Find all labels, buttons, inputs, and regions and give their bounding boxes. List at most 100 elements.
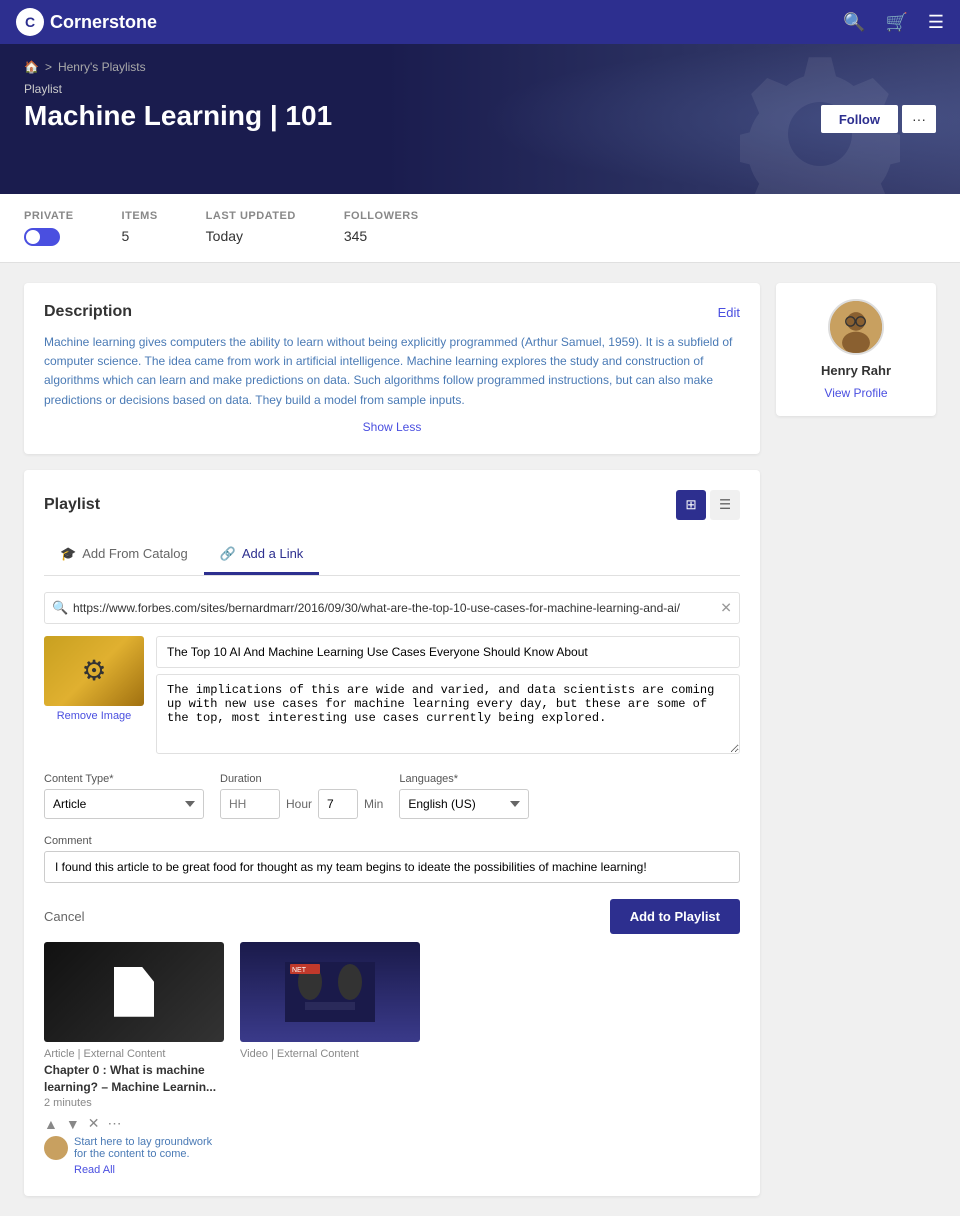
avatar [828,299,884,355]
languages-group: Languages* English (US) English (UK) Spa… [399,773,529,819]
move-down-button[interactable]: ▼ [66,1116,80,1132]
search-icon[interactable]: 🔍 [843,12,865,33]
right-panel: Henry Rahr View Profile [776,283,936,1196]
item-type: Article | External Content [44,1048,224,1060]
breadcrumb-parent[interactable]: Henry's Playlists [58,60,146,74]
description-title: Description [44,303,132,321]
avatar-svg [830,299,882,355]
menu-icon[interactable]: ☰ [928,12,944,33]
follow-button[interactable]: Follow [821,105,898,133]
duration-hh-input[interactable] [220,789,280,819]
brand-name: Cornerstone [50,12,157,33]
link-description-textarea[interactable] [156,674,740,754]
item-thumb-shape [114,967,154,1017]
add-to-playlist-button[interactable]: Add to Playlist [610,899,740,934]
main-content: Description Edit Machine learning gives … [0,263,960,1216]
delete-item-button[interactable]: ✕ [88,1115,100,1132]
playlist-header: Playlist ⊞ ☰ [44,490,740,520]
url-clear-icon[interactable]: ✕ [720,599,732,616]
url-input[interactable] [44,592,740,624]
add-content-tabs: 🎓 Add From Catalog 🔗 Add a Link [44,536,740,576]
hero-follow-area: Follow ··· [821,105,936,133]
view-toggles: ⊞ ☰ [676,490,740,520]
link-icon: 🔗 [220,546,236,562]
more-button[interactable]: ··· [902,105,936,133]
link-preview: ⚙ Remove Image [44,636,740,757]
move-up-button[interactable]: ▲ [44,1116,58,1132]
playlist-card-title: Playlist [44,496,100,514]
list-view-button[interactable]: ☰ [710,490,740,520]
more-item-button[interactable]: ⋯ [107,1115,121,1132]
tab-link-label: Add a Link [242,546,303,561]
duration-group: Duration Hour Min [220,773,383,819]
items-label: ITEMS [122,210,158,222]
brand[interactable]: C Cornerstone [16,8,157,36]
stat-items: ITEMS 5 [122,210,158,246]
duration-hour-label: Hour [286,797,312,811]
item-thumbnail-2: NET [240,942,420,1042]
languages-select[interactable]: English (US) English (UK) Spanish [399,789,529,819]
playlist-items-grid: Article | External Content Chapter 0 : W… [44,942,740,1177]
profile-name: Henry Rahr [821,363,891,378]
playlist-card: Playlist ⊞ ☰ 🎓 Add From Catalog 🔗 Add a … [24,470,760,1197]
item-type-2: Video | External Content [240,1048,420,1060]
stat-followers: FOLLOWERS 345 [344,210,419,246]
cart-icon[interactable]: 🛒 [885,12,907,33]
remove-image-link[interactable]: Remove Image [44,710,144,722]
url-input-wrap: 🔍 ✕ [44,592,740,624]
last-updated-label: LAST UPDATED [206,210,296,222]
avatar [44,1136,68,1160]
comment-input[interactable] [44,851,740,883]
url-search-icon: 🔍 [52,600,68,616]
thumbnail-area: ⚙ Remove Image [44,636,144,722]
link-title-input[interactable] [156,636,740,668]
item-title: Chapter 0 : What is machine learning? – … [44,1062,224,1096]
svg-text:NET: NET [292,967,307,974]
content-type-label: Content Type* [44,773,204,785]
cancel-button[interactable]: Cancel [44,909,84,924]
catalog-icon: 🎓 [60,546,76,562]
duration-row: Hour Min [220,789,383,819]
show-less-link[interactable]: Show Less [44,420,740,434]
private-label: PRIVATE [24,210,74,222]
followers-label: FOLLOWERS [344,210,419,222]
private-toggle[interactable] [24,228,60,246]
stage-svg: NET [285,962,375,1022]
link-fields [156,636,740,757]
duration-min-input[interactable] [318,789,358,819]
item-comment: Start here to lay groundwork for the con… [74,1136,224,1160]
view-profile-link[interactable]: View Profile [824,386,887,400]
item-actions: ▲ ▼ ✕ ⋯ [44,1115,224,1132]
items-value: 5 [122,228,158,244]
stat-last-updated: LAST UPDATED Today [206,210,296,246]
content-type-select[interactable]: Article Video Document [44,789,204,819]
list-item: NET Video | External Content [240,942,420,1177]
duration-min-label: Min [364,797,383,811]
thumbnail-gear-icon: ⚙ [81,654,106,687]
grid-view-button[interactable]: ⊞ [676,490,706,520]
followers-value: 345 [344,228,419,244]
last-updated-value: Today [206,228,296,244]
description-text: Machine learning gives computers the abi… [44,333,740,410]
description-header: Description Edit [44,303,740,321]
languages-label: Languages* [399,773,529,785]
tab-from-catalog[interactable]: 🎓 Add From Catalog [44,536,204,575]
stats-bar: PRIVATE ITEMS 5 LAST UPDATED Today FOLLO… [0,194,960,263]
content-type-row: Content Type* Article Video Document Dur… [44,773,740,819]
home-icon[interactable]: 🏠 [24,60,39,74]
content-type-group: Content Type* Article Video Document [44,773,204,819]
comment-section: Comment [44,835,740,883]
tab-add-link[interactable]: 🔗 Add a Link [204,536,320,575]
description-card: Description Edit Machine learning gives … [24,283,760,454]
left-panel: Description Edit Machine learning gives … [24,283,760,1196]
item-thumbnail [44,942,224,1042]
tab-catalog-label: Add From Catalog [82,546,188,561]
read-all-link[interactable]: Read All [74,1164,115,1176]
edit-link[interactable]: Edit [718,305,740,320]
hero-section: 🏠 > Henry's Playlists Playlist Machine L… [0,44,960,194]
action-row: Cancel Add to Playlist [44,899,740,934]
navbar: C Cornerstone 🔍 🛒 ☰ [0,0,960,44]
link-thumbnail: ⚙ [44,636,144,706]
list-item: Article | External Content Chapter 0 : W… [44,942,224,1177]
item-duration: 2 minutes [44,1097,224,1109]
